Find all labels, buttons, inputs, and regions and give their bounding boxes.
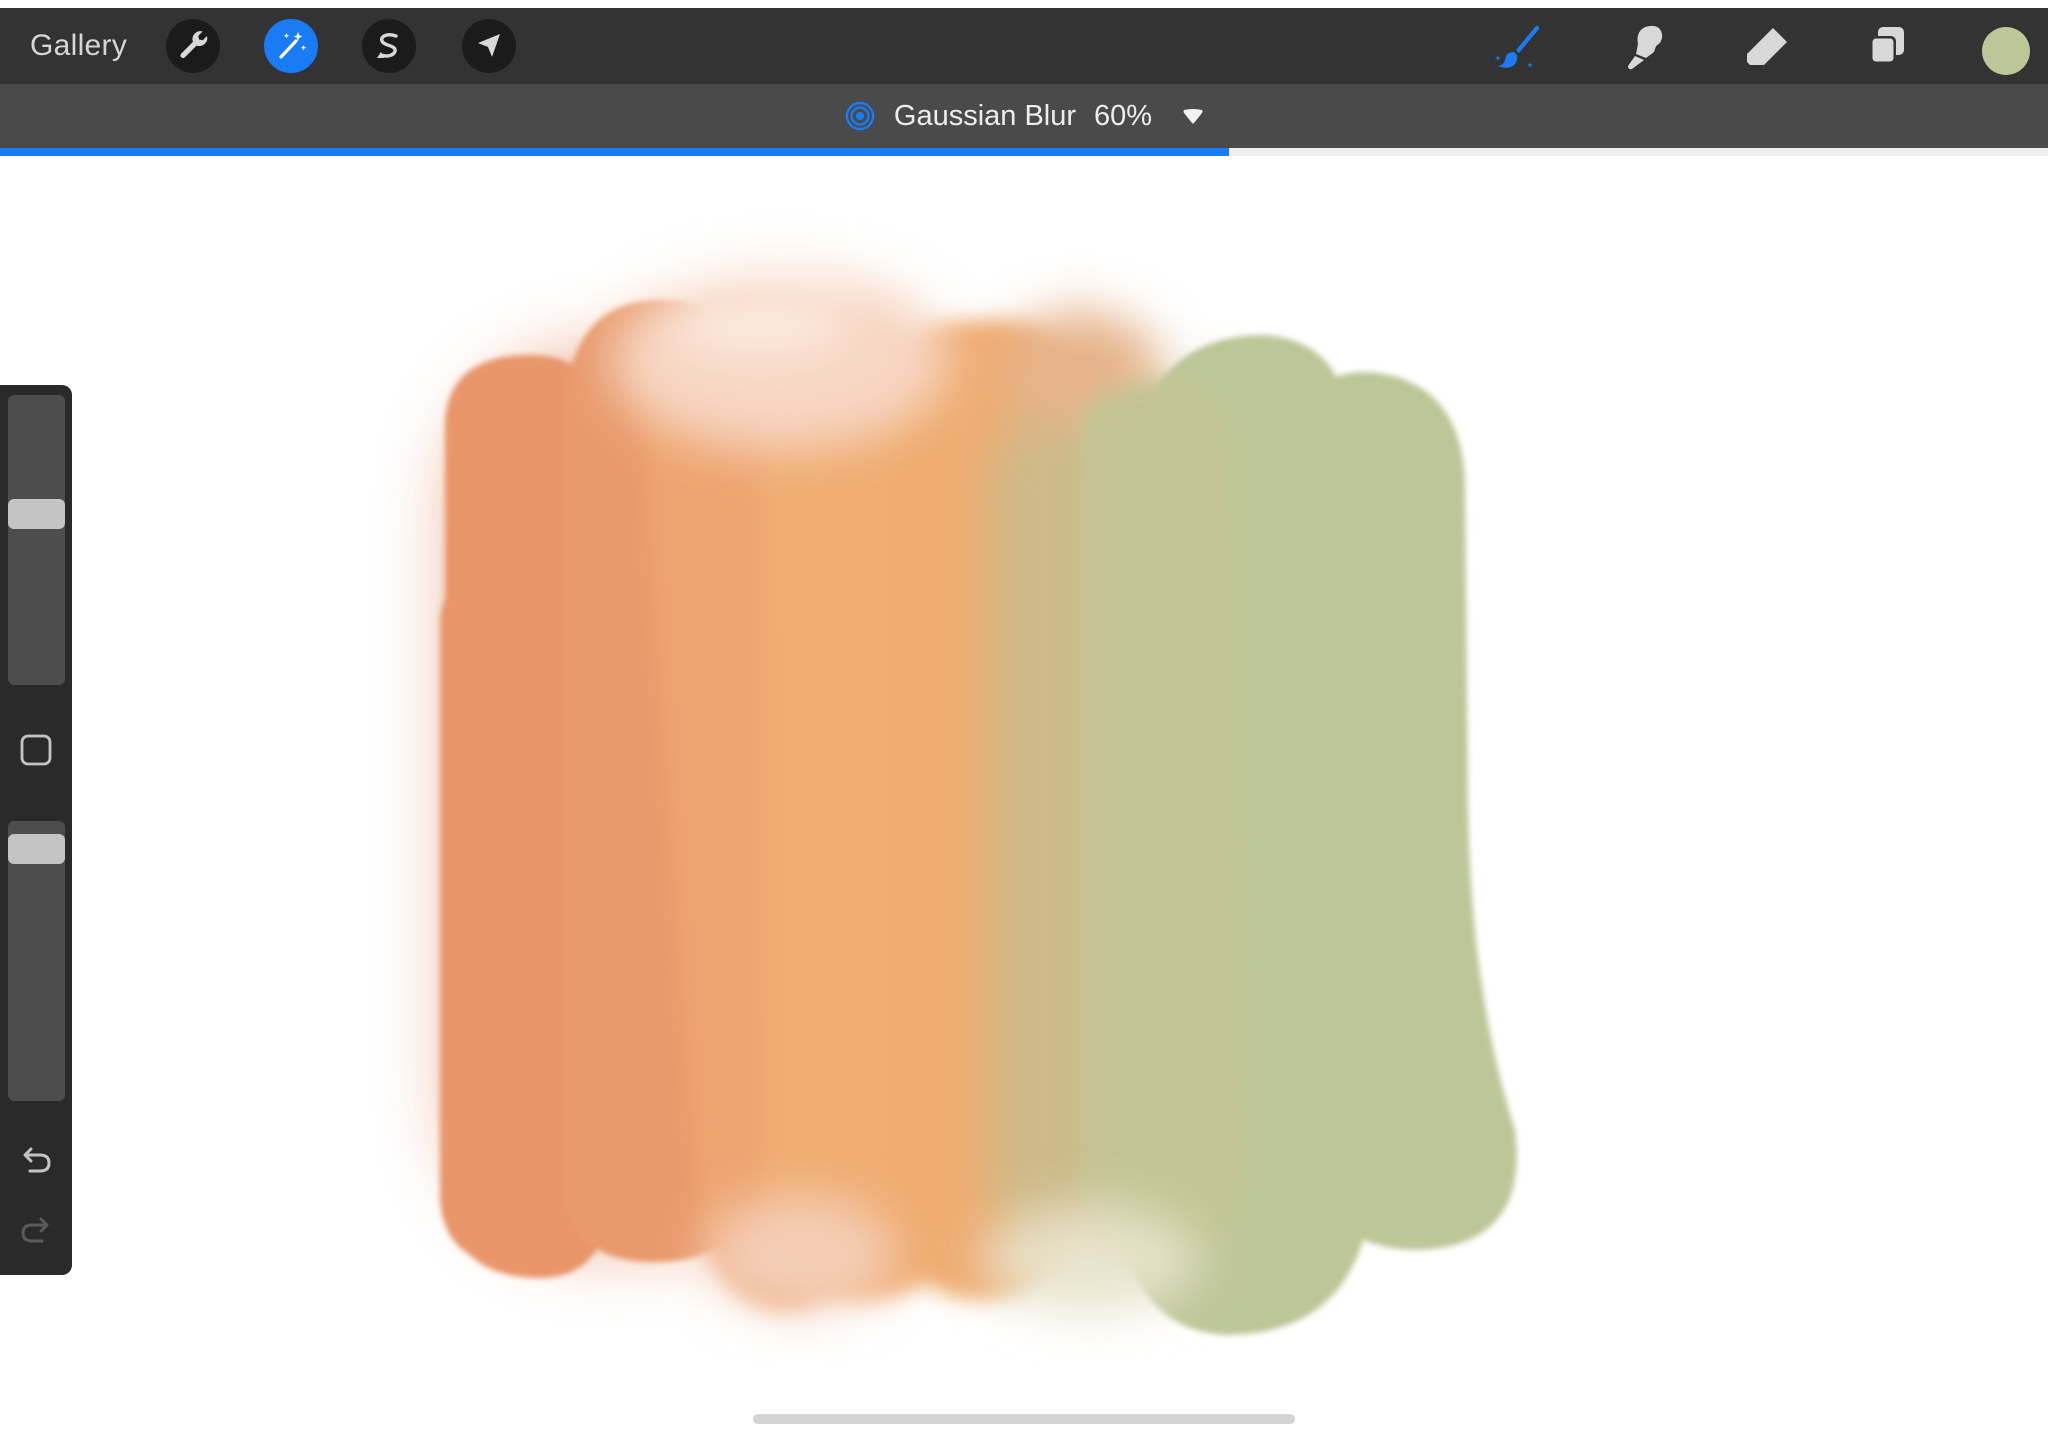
top-toolbar: Gallery — [0, 8, 2048, 84]
color-picker-button[interactable] — [1982, 27, 2030, 75]
layers-icon — [1870, 27, 1904, 64]
actions-button[interactable] — [166, 19, 220, 73]
gallery-button[interactable]: Gallery — [30, 8, 127, 84]
layers-button[interactable] — [1862, 22, 1912, 72]
adjustment-progress-fill — [0, 148, 1229, 156]
procreate-app: Gallery Gaussian Blur 60% — [0, 0, 2048, 1448]
selection-button[interactable] — [362, 19, 416, 73]
adjustments-button[interactable] — [264, 19, 318, 73]
left-sidebar — [0, 385, 72, 1275]
adjustment-bar[interactable]: Gaussian Blur 60% — [0, 84, 2048, 148]
brush-icon — [1495, 25, 1539, 68]
painted-strokes — [440, 270, 1517, 1335]
undo-button[interactable] — [16, 1141, 56, 1181]
brush-button[interactable] — [1492, 22, 1542, 72]
transform-button[interactable] — [462, 19, 516, 73]
smudge-icon — [1628, 25, 1663, 70]
adjustment-value: 60% — [1094, 99, 1153, 132]
wrench-icon — [180, 31, 208, 59]
smudge-button[interactable] — [1620, 22, 1670, 72]
redo-button[interactable] — [16, 1211, 56, 1251]
redo-icon — [21, 1217, 49, 1243]
brush-size-slider[interactable] — [8, 395, 65, 685]
adjustment-label[interactable]: Gaussian Blur 60% — [0, 84, 2048, 148]
undo-icon — [23, 1147, 51, 1173]
adjustment-progress-track[interactable] — [0, 148, 2048, 156]
home-indicator[interactable] — [753, 1414, 1295, 1424]
magic-wand-icon — [279, 32, 307, 59]
triangle-down-icon[interactable] — [1182, 105, 1204, 127]
transform-arrow-icon — [478, 34, 500, 57]
adjustment-name: Gaussian Blur — [893, 99, 1077, 132]
eraser-icon — [1747, 28, 1787, 65]
square-outline-icon — [20, 734, 52, 766]
gaussian-blur-icon — [844, 100, 876, 132]
drawing-canvas[interactable] — [0, 156, 2048, 1448]
eraser-button[interactable] — [1742, 22, 1792, 72]
opacity-slider-thumb[interactable] — [8, 833, 65, 864]
brush-size-slider-thumb[interactable] — [8, 499, 65, 529]
opacity-slider[interactable] — [8, 821, 65, 1101]
selection-s-icon — [377, 33, 398, 58]
modify-button[interactable] — [18, 732, 54, 768]
